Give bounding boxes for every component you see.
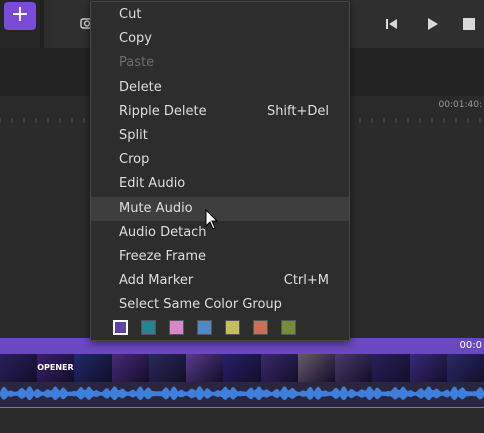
clip-thumbnail (409, 354, 448, 382)
clip-thumbnail (372, 354, 411, 382)
clip-thumbnail (223, 354, 262, 382)
context-menu: Cut Copy Paste Delete Ripple Delete Shift+Del… (90, 1, 350, 341)
menu-item-cut[interactable]: Cut (91, 3, 349, 27)
menu-item-add-marker[interactable]: Add Marker Ctrl+M (91, 269, 349, 293)
menu-item-copy[interactable]: Copy (91, 27, 349, 51)
menu-item-label: Split (119, 128, 148, 143)
menu-item-label: Copy (119, 31, 152, 47)
clip-thumbnail (74, 354, 113, 382)
clip-thumbnail (260, 354, 299, 382)
clip-thumbnail (111, 354, 150, 382)
menu-item-crop[interactable]: Crop (91, 148, 349, 172)
clip-thumbnail (0, 354, 39, 382)
color-swatch-4[interactable] (197, 320, 212, 335)
menu-item-paste[interactable]: Paste (91, 51, 349, 75)
add-media-button[interactable]: + (4, 2, 36, 30)
clip-thumbnail (446, 354, 484, 382)
clip-thumbnail (186, 354, 225, 382)
menu-item-mute-audio[interactable]: Mute Audio (91, 196, 349, 221)
color-swatch-6[interactable] (253, 320, 268, 335)
clip-thumbnail (335, 354, 374, 382)
menu-item-label: Add Marker (119, 273, 194, 289)
stop-icon[interactable] (461, 16, 477, 32)
color-swatch-5[interactable] (225, 320, 240, 335)
menu-item-label: Delete (119, 79, 162, 95)
menu-item-edit-audio[interactable]: Edit Audio (91, 172, 349, 196)
clip-thumbnail: OPENERS (37, 354, 76, 382)
menu-item-label: Select Same Color Group (119, 297, 282, 313)
clip-thumbnail (148, 354, 188, 382)
timeline-bottom (0, 408, 484, 433)
track-timecode: 00:0 (459, 340, 482, 351)
menu-item-shortcut: Shift+Del (266, 103, 329, 119)
menu-item-audio-detach[interactable]: Audio Detach (91, 221, 349, 245)
video-clip[interactable]: OPENERS (0, 354, 484, 382)
media-panel-header: + (0, 0, 44, 48)
menu-item-label: Cut (119, 7, 142, 22)
audio-waveform[interactable] (0, 382, 484, 407)
menu-item-freeze-frame[interactable]: Freeze Frame (91, 245, 349, 269)
waveform-graphic (0, 386, 484, 401)
menu-item-label: Paste (119, 55, 155, 71)
menu-item-label: Ripple Delete (119, 103, 207, 119)
ruler-tick-label: 00:01:40: (438, 100, 482, 110)
menu-item-label: Freeze Frame (119, 249, 207, 264)
menu-item-delete[interactable]: Delete (91, 76, 349, 100)
menu-item-shortcut: Ctrl+M (283, 273, 329, 289)
menu-item-label: Audio Detach (119, 224, 207, 240)
clip-thumbnail (297, 354, 337, 382)
menu-item-label: Edit Audio (119, 176, 186, 192)
menu-item-split[interactable]: Split (91, 124, 349, 148)
menu-item-ripple-delete[interactable]: Ripple Delete Shift+Del (91, 100, 349, 124)
menu-item-select-same-color-group[interactable]: Select Same Color Group (91, 293, 349, 317)
previous-frame-icon[interactable] (384, 16, 400, 32)
color-swatch-7[interactable] (281, 320, 296, 335)
menu-item-label: Mute Audio (119, 200, 193, 216)
menu-item-label: Crop (119, 152, 150, 168)
color-swatch-2[interactable] (141, 320, 156, 335)
mouse-cursor-icon (205, 209, 219, 230)
color-swatch-3[interactable] (169, 320, 184, 335)
color-swatch-1[interactable] (113, 320, 128, 335)
play-icon[interactable] (425, 16, 441, 32)
